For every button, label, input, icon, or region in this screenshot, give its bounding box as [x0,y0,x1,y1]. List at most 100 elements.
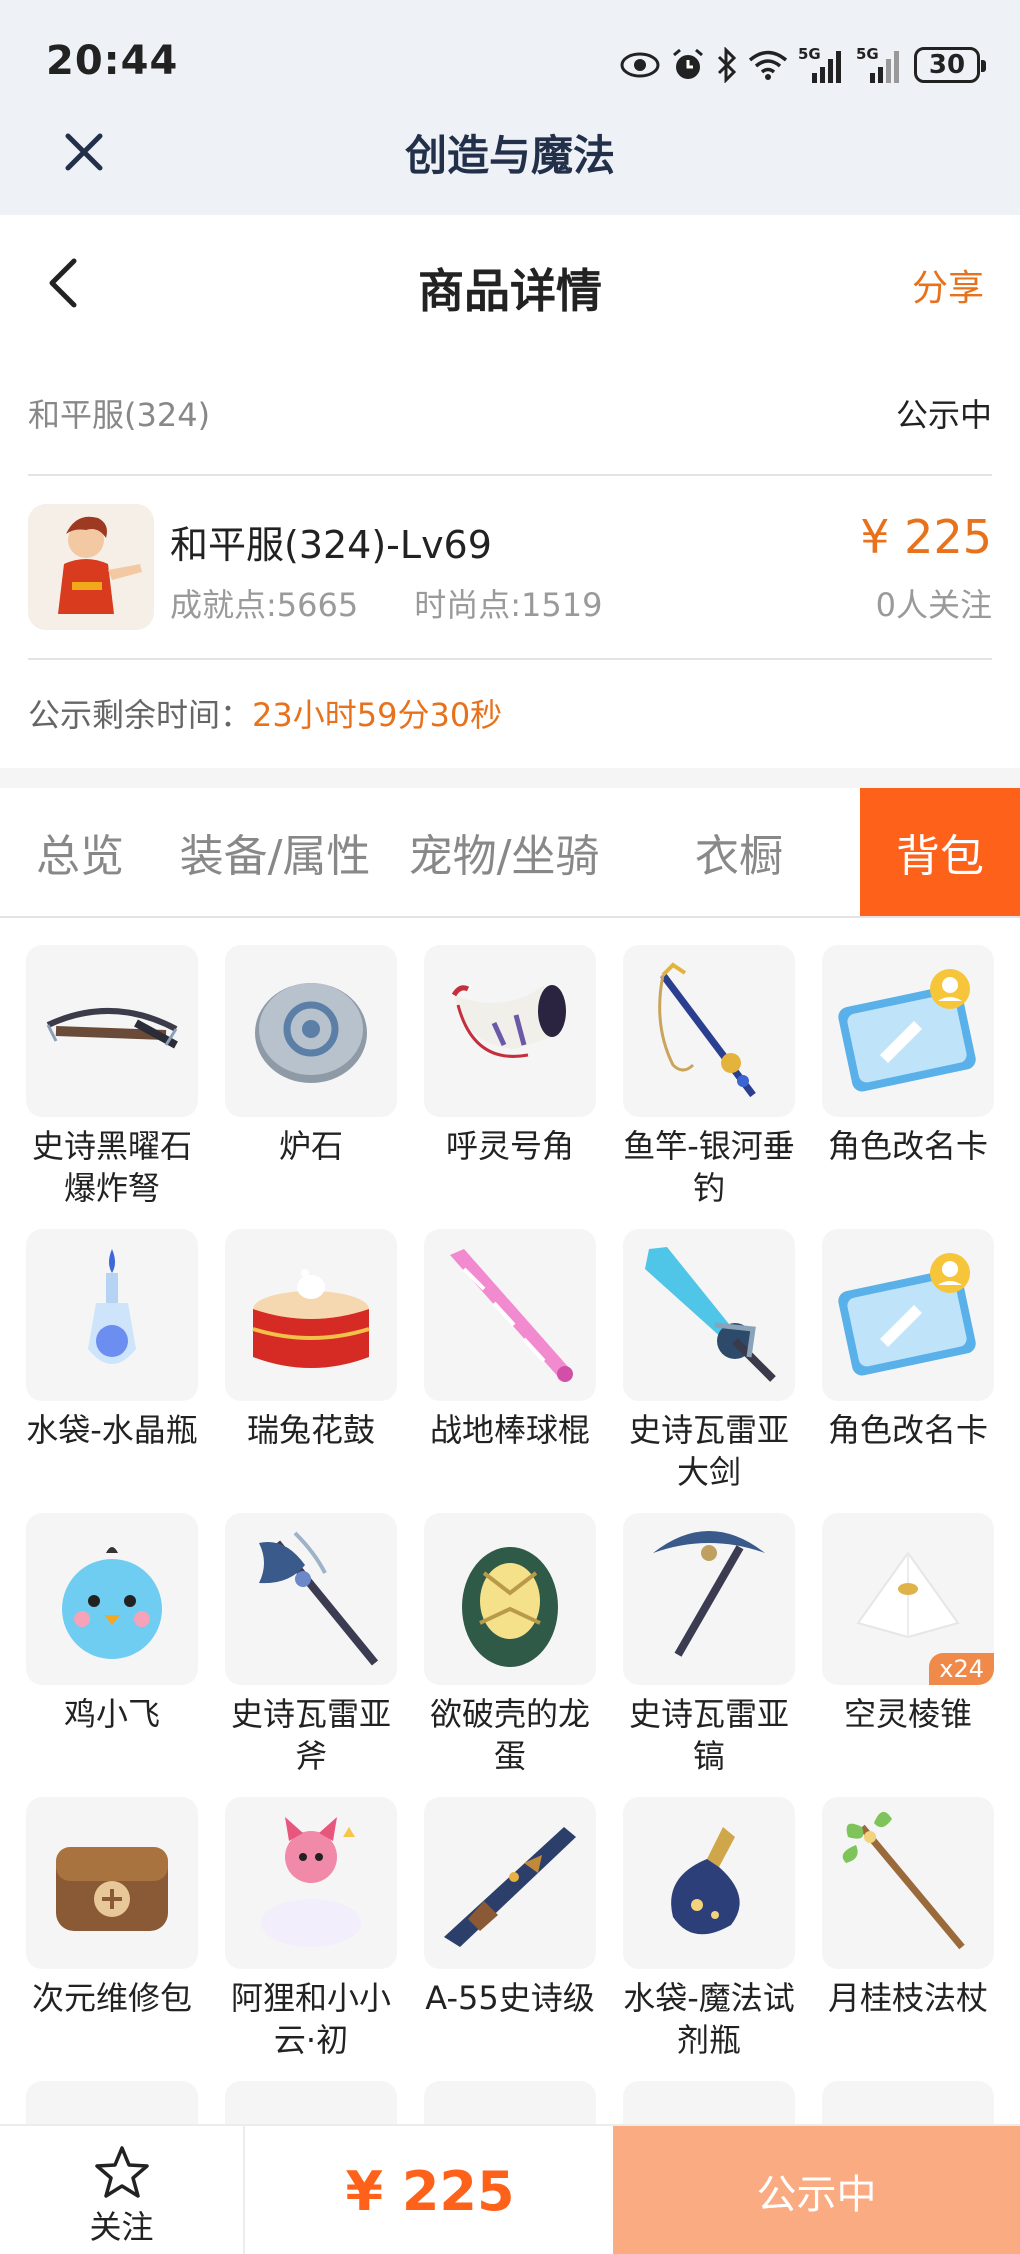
hearthstone-icon [225,945,397,1117]
item-quantity-badge: x24 [929,1653,994,1685]
backpack-item[interactable]: 水袋-水晶瓶 [26,1229,198,1451]
item-label: 鱼竿-银河垂钓 [623,1127,795,1207]
greatsword-icon [623,1229,795,1401]
item-label: 瑞兔花鼓 [246,1411,375,1449]
server-name: 和平服(324) [28,396,211,434]
item-label: A-55史诗级 [425,1979,595,2017]
drum-icon [225,1229,397,1401]
countdown: 公示剩余时间：23小时59分30秒 [28,690,502,736]
top-area: 20:44 5G 5G 30 创造与魔法 [0,0,1020,215]
product-price: ¥ 225 [860,510,992,564]
potion-bottle-icon [623,1797,795,1969]
character-figure-icon [28,504,154,630]
pickaxe-icon [623,1513,795,1685]
status-bar: 20:44 5G 5G 30 [0,0,1020,120]
item-label: 角色改名卡 [827,1127,988,1165]
signal-5g-icon-2: 5G [856,45,899,83]
backpack-item[interactable]: 鸡小飞 [26,1513,198,1735]
signal-5g-icon-1: 5G [798,45,841,83]
item-label: 战地棒球棍 [429,1411,590,1449]
item-label: 阿狸和小小云·初 [230,1979,391,2059]
rename-card-icon [822,945,994,1117]
item-label: 史诗黑曜石爆炸弩 [31,1127,192,1207]
fashion-points: 时尚点:1519 [414,586,603,624]
item-label: 炉石 [278,1127,343,1165]
tab-backpack[interactable]: 背包 [860,788,1020,916]
backpack-item[interactable]: 次元维修包 [26,1797,198,2019]
crystal-bottle-icon [26,1229,198,1401]
bottom-bar: 关注 ¥ 225 公示中 [0,2124,1020,2254]
follower-count: 0人关注 [875,586,992,624]
wifi-icon [748,50,788,80]
countdown-value: 23小时59分30秒 [252,696,503,734]
section-divider [0,768,1020,788]
crossbow-icon [26,945,198,1117]
tab-overview[interactable]: 总览 [0,788,160,916]
status-icons: 5G 5G 30 [620,40,986,90]
fox-cloud-icon [225,1797,397,1969]
item-label: 角色改名卡 [827,1411,988,1449]
item-label: 水袋-魔法试剂瓶 [623,1979,795,2059]
backpack-item[interactable]: 月桂枝法杖 [822,1797,994,2019]
bluetooth-icon [717,47,737,83]
backpack-item[interactable]: 角色改名卡 [822,1229,994,1451]
item-label: 空灵棱锥 [843,1695,972,1733]
signal-5g-text-1: 5G [798,45,821,63]
backpack-item[interactable]: 角色改名卡 [822,945,994,1167]
horn-icon [424,945,596,1117]
signal-5g-text-2: 5G [856,45,879,63]
eye-icon [620,52,660,78]
backpack-item[interactable]: A-55史诗级 [424,1797,596,2019]
item-label: 月桂枝法杖 [827,1979,988,2017]
backpack-item[interactable]: 呼灵号角 [424,945,596,1167]
bottom-price: ¥ 225 [345,2159,515,2223]
product-name: 和平服(324)-Lv69 [170,523,492,567]
star-icon [95,2146,149,2198]
item-label: 史诗瓦雷亚镐 [628,1695,789,1775]
backpack-item[interactable]: 炉石 [225,945,397,1167]
backpack-item[interactable]: 阿狸和小小云·初 [225,1797,397,2061]
fishing-rod-icon [623,945,795,1117]
item-label: 史诗瓦雷亚大剑 [628,1411,789,1491]
item-label: 呼灵号角 [445,1127,574,1165]
backpack-item[interactable]: 水袋-魔法试剂瓶 [623,1797,795,2061]
item-label: 次元维修包 [31,1979,192,2017]
publicity-status-button[interactable]: 公示中 [613,2126,1020,2254]
backpack-item[interactable]: 战地棒球棍 [424,1229,596,1451]
pyramid-icon: x24 [822,1513,994,1685]
backpack-item[interactable]: x24 空灵棱锥 [822,1513,994,1735]
achievement-points: 成就点:5665 [170,586,359,624]
item-label: 史诗瓦雷亚斧 [230,1695,391,1775]
baseball-bat-icon [424,1229,596,1401]
backpack-item[interactable]: 史诗瓦雷亚镐 [623,1513,795,1777]
backpack-item[interactable]: 欲破壳的龙蛋 [424,1513,596,1777]
backpack-item[interactable]: 史诗黑曜石爆炸弩 [26,945,198,1209]
backpack-item[interactable]: 瑞兔花鼓 [225,1229,397,1451]
chick-pet-icon [26,1513,198,1685]
tab-equipment[interactable]: 装备/属性 [160,788,390,916]
rifle-icon [424,1797,596,1969]
backpack-item[interactable]: 鱼竿-银河垂钓 [623,945,795,1209]
dragon-egg-icon [424,1513,596,1685]
page-title: 商品详情 [418,264,602,318]
backpack-item[interactable]: 史诗瓦雷亚大剑 [623,1229,795,1493]
product-row[interactable]: 和平服(324)-Lv69 成就点:5665 时尚点:1519 ¥ 225 0人… [28,478,992,660]
app-bar: 创造与魔法 [0,110,1020,210]
rename-card-icon [822,1229,994,1401]
tab-pets[interactable]: 宠物/坐骑 [390,788,618,916]
item-label: 水袋-水晶瓶 [26,1411,198,1449]
battery-level: 30 [928,50,966,80]
share-button[interactable]: 分享 [912,259,984,311]
alarm-icon [673,48,703,79]
tab-bar: 总览 装备/属性 宠物/坐骑 衣橱 背包 [0,788,1020,918]
battery-icon: 30 [914,47,986,83]
follow-label: 关注 [89,2208,154,2246]
server-row: 和平服(324) 公示中 [28,360,992,476]
backpack-item[interactable]: 史诗瓦雷亚斧 [225,1513,397,1777]
repair-bag-icon [26,1797,198,1969]
follow-button[interactable]: 关注 [0,2126,245,2254]
item-label: 欲破壳的龙蛋 [429,1695,590,1775]
axe-icon [225,1513,397,1685]
page-header: 商品详情 分享 [0,215,1020,345]
tab-wardrobe[interactable]: 衣橱 [618,788,860,916]
